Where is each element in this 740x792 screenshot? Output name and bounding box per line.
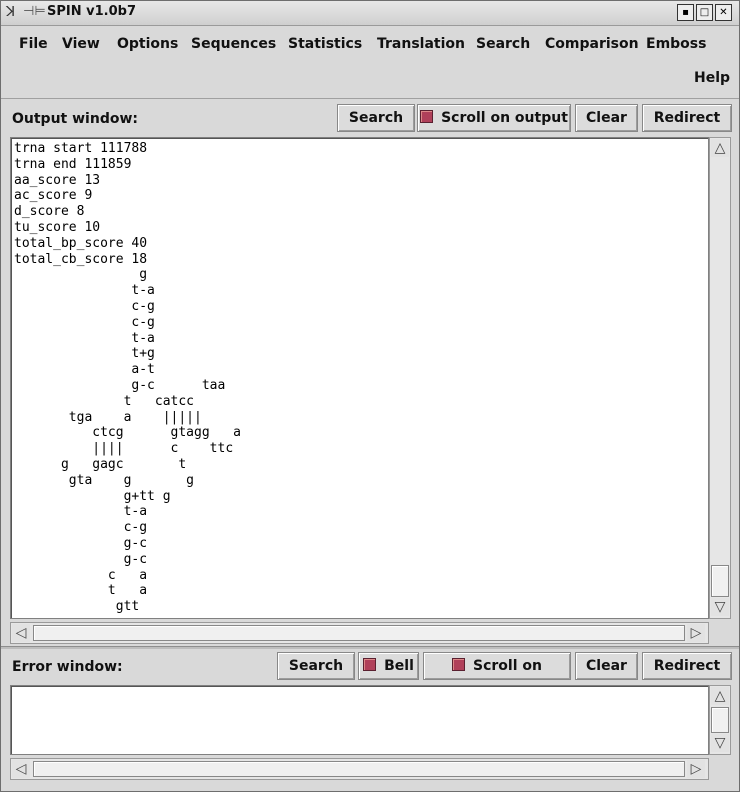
checkbox-icon[interactable] [363, 658, 377, 671]
checkbox-icon[interactable] [420, 110, 434, 123]
scroll-down-arrow-icon[interactable]: ▽ [711, 598, 729, 616]
output-scroll-label: Scroll on output [441, 110, 568, 126]
output-vertical-scrollbar[interactable]: △ ▽ [709, 137, 731, 619]
output-clear-button[interactable]: Clear [575, 104, 638, 132]
menu-statistics[interactable]: Statistics [288, 36, 362, 52]
menu-comparison[interactable]: Comparison [545, 36, 639, 52]
output-text-area[interactable]: trna start 111788 trna end 111859 aa_sco… [10, 137, 709, 619]
menu-help[interactable]: Help [694, 70, 730, 86]
menu-search[interactable]: Search [476, 36, 530, 52]
output-window-label: Output window: [12, 111, 138, 127]
output-redirect-button[interactable]: Redirect >> [642, 104, 732, 152]
scroll-up-arrow-icon[interactable]: △ [711, 687, 729, 705]
minimize-button[interactable]: ▪ [677, 4, 694, 21]
scroll-right-arrow-icon[interactable]: ▷ [687, 760, 705, 778]
error-text [11, 686, 708, 689]
output-search-button[interactable]: Search [337, 104, 415, 132]
output-text: trna start 111788 trna end 111859 aa_sco… [14, 141, 241, 615]
maximize-button[interactable]: □ [696, 4, 713, 21]
scroll-left-arrow-icon[interactable]: ◁ [12, 760, 30, 778]
menu-translation[interactable]: Translation [377, 36, 465, 52]
output-scroll-thumb[interactable] [711, 565, 729, 597]
output-scroll-on-output-toggle[interactable]: Scroll on output [417, 104, 571, 132]
menu-file[interactable]: File [19, 36, 48, 52]
scroll-right-arrow-icon[interactable]: ▷ [687, 624, 705, 642]
error-bell-toggle[interactable]: Bell [358, 652, 419, 680]
error-hscroll-thumb[interactable] [33, 761, 685, 777]
error-bell-label: Bell [384, 658, 414, 674]
output-horizontal-scrollbar[interactable]: ◁ ▷ [10, 622, 709, 644]
menu-view[interactable]: View [62, 36, 100, 52]
menu-sequences[interactable]: Sequences [191, 36, 276, 52]
scroll-left-arrow-icon[interactable]: ◁ [12, 624, 30, 642]
error-clear-button[interactable]: Clear [575, 652, 638, 680]
title-bar[interactable]: ꓘ ⊣⊨ SPIN v1.0b7 ▪ □ ✕ [1, 1, 739, 26]
error-text-area[interactable] [10, 685, 709, 755]
scroll-down-arrow-icon[interactable]: ▽ [711, 734, 729, 752]
menu-bar: File View Options Sequences Statistics T… [1, 26, 739, 99]
error-redirect-button[interactable]: Redirect >> [642, 652, 732, 700]
checkbox-icon[interactable] [452, 658, 466, 671]
kde-menu-icon[interactable]: ꓘ [6, 4, 15, 20]
menu-emboss[interactable]: Emboss [646, 36, 706, 52]
scroll-up-arrow-icon[interactable]: △ [711, 139, 729, 157]
error-scroll-thumb[interactable] [711, 707, 729, 733]
close-button[interactable]: ✕ [715, 4, 732, 21]
window-title: SPIN v1.0b7 [47, 4, 136, 19]
output-hscroll-thumb[interactable] [33, 625, 685, 641]
error-horizontal-scrollbar[interactable]: ◁ ▷ [10, 758, 709, 780]
pin-icon[interactable]: ⊣⊨ [23, 4, 46, 19]
error-scroll-on-output-toggle[interactable]: Scroll on output [423, 652, 571, 700]
error-vertical-scrollbar[interactable]: △ ▽ [709, 685, 731, 755]
menu-options[interactable]: Options [117, 36, 178, 52]
application-window: ꓘ ⊣⊨ SPIN v1.0b7 ▪ □ ✕ File View Options… [0, 0, 740, 792]
error-window-label: Error window: [12, 659, 123, 675]
output-toolbar: Output window: Search Scroll on output C… [1, 101, 739, 152]
error-toolbar: Error window: Search Bell Scroll on outp… [1, 649, 739, 700]
error-search-button[interactable]: Search [277, 652, 355, 680]
